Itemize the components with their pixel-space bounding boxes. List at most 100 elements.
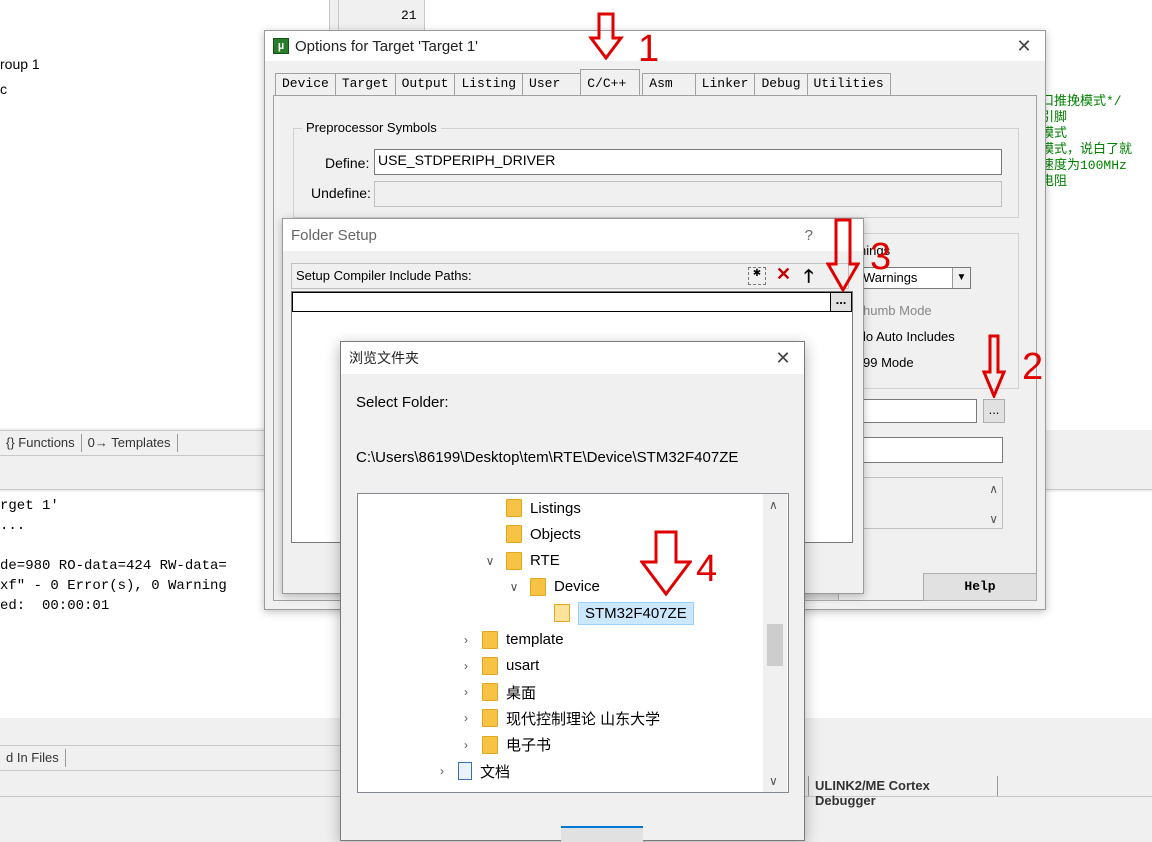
scroll-down-icon[interactable]: ∨ (769, 774, 778, 788)
tab-target[interactable]: Target (334, 73, 395, 95)
help-button[interactable]: Help (923, 573, 1037, 601)
tree-item[interactable]: ∨ Device (506, 574, 600, 600)
folder-icon (482, 735, 498, 754)
options-title: Options for Target 'Target 1' (295, 37, 479, 55)
tab-debug[interactable]: Debug (754, 73, 807, 95)
path-browse-button[interactable]: ... (830, 292, 852, 312)
tree-item[interactable]: › template (458, 627, 564, 653)
chevron-right-icon[interactable]: › (458, 633, 474, 647)
tree-item[interactable]: › 现代控制理论 山东大学 (458, 705, 660, 731)
annotation-label: 3 (870, 236, 892, 278)
move-up-icon[interactable]: 🡑 (804, 264, 813, 294)
annotation-arrow-icon (826, 218, 860, 292)
thumb-mode-label[interactable]: humb Mode (863, 303, 932, 318)
include-paths-field[interactable] (859, 399, 977, 423)
chevron-down-icon[interactable]: ∨ (506, 580, 522, 594)
tab-c-cpp[interactable]: C/C++ (580, 69, 641, 95)
tree-item[interactable]: STM32F407ZE (530, 600, 694, 626)
tree-item[interactable]: Listings (482, 495, 581, 521)
chevron-right-icon[interactable]: › (458, 711, 474, 725)
keil-icon: µ (273, 38, 289, 54)
c99-mode-label[interactable]: 99 Mode (863, 355, 914, 370)
folder-icon (482, 656, 498, 675)
help-icon[interactable]: ? (805, 227, 813, 244)
chevron-down-icon: ▼ (952, 268, 970, 288)
browse-title: 浏览文件夹 (349, 350, 419, 366)
tab-utilities[interactable]: Utilities (806, 73, 891, 95)
tab-templates[interactable]: 0→ Templates (82, 434, 178, 452)
project-item[interactable]: roup 1 (0, 56, 40, 72)
folder-icon (506, 525, 522, 544)
new-folder-icon[interactable]: ✱ (748, 267, 766, 285)
tree-item[interactable]: › 文档 (434, 758, 510, 784)
scroll-thumb[interactable] (767, 624, 783, 666)
status-debugger: ULINK2/ME Cortex Debugger (808, 776, 998, 808)
tab-user[interactable]: User (522, 73, 581, 95)
undefine-field[interactable] (374, 181, 1002, 207)
tab-listing[interactable]: Listing (454, 73, 523, 95)
browse-titlebar: 浏览文件夹 ✕ (341, 342, 804, 374)
tree-item-label: template (506, 631, 564, 648)
tree-item[interactable]: Objects (482, 521, 581, 547)
tab-linker[interactable]: Linker (694, 73, 755, 95)
tab-asm[interactable]: Asm (642, 73, 695, 95)
include-paths-browse-button[interactable]: ... (983, 399, 1005, 423)
folder-icon (506, 551, 522, 570)
annotation-arrow-icon (588, 12, 624, 60)
preprocessor-legend: Preprocessor Symbols (302, 120, 441, 135)
compiler-string-field[interactable]: ∧ ∨ (859, 477, 1003, 529)
project-item[interactable]: c (0, 81, 7, 97)
tree-item-label: 现代控制理论 山东大学 (506, 710, 661, 728)
tree-item[interactable]: › 电子书 (458, 732, 551, 758)
tree-scrollbar[interactable]: ∧ ∨ (763, 494, 787, 792)
folder-icon (482, 630, 498, 649)
close-icon[interactable]: ✕ (762, 348, 804, 369)
browse-folder-dialog: 浏览文件夹 ✕ Select Folder: C:\Users\86199\De… (340, 341, 805, 842)
misc-controls-field[interactable] (859, 437, 1003, 463)
annotation-arrow-icon (640, 530, 692, 596)
tab-output[interactable]: Output (394, 73, 455, 95)
chevron-right-icon[interactable]: › (458, 685, 474, 699)
tree-item-label: 电子书 (506, 737, 552, 755)
scroll-up-icon[interactable]: ∧ (989, 482, 998, 496)
tree-item[interactable]: › usart (458, 653, 539, 679)
ok-button-edge[interactable] (561, 826, 643, 842)
output-tabs: d In Files (0, 745, 340, 771)
tree-item-label: STM32F407ZE (578, 601, 694, 625)
delete-icon[interactable]: ✕ (776, 264, 791, 285)
tree-item-label: Objects (530, 525, 581, 543)
selected-path: C:\Users\86199\Desktop\tem\RTE\Device\ST… (356, 449, 739, 466)
tab-functions[interactable]: {} Functions (0, 434, 82, 452)
define-field[interactable]: USE_STDPERIPH_DRIVER (374, 149, 1002, 175)
chevron-right-icon[interactable]: › (458, 659, 474, 673)
chevron-down-icon[interactable]: ∨ (482, 554, 498, 568)
folder-tree[interactable]: Listings Objects ∨ RTE ∨ Device STM32F407ZE › te… (357, 493, 789, 793)
setup-label-bar: Setup Compiler Include Paths: ✱ ✕ 🡑 (291, 263, 849, 289)
build-line: xf" - 0 Error(s), 0 Warning (0, 578, 227, 594)
no-auto-includes-label[interactable]: lo Auto Includes (863, 329, 955, 344)
build-line: ed: 00:00:01 (0, 598, 110, 614)
folder-icon (530, 577, 546, 596)
folder-icon (506, 499, 522, 517)
chevron-right-icon[interactable]: › (458, 738, 474, 752)
tab-find-in-files[interactable]: d In Files (0, 749, 66, 767)
options-tabs: Device Target Output Listing User C/C++ … (275, 67, 891, 95)
folder-icon (482, 709, 498, 728)
folder-setup-titlebar: Folder Setup ? (283, 219, 863, 251)
close-icon[interactable]: ✕ (1003, 36, 1045, 57)
define-label: Define: (325, 155, 370, 171)
tab-device[interactable]: Device (275, 73, 335, 95)
scroll-down-icon[interactable]: ∨ (989, 512, 998, 526)
annotation-label: 1 (638, 28, 660, 70)
folder-setup-title: Folder Setup (291, 226, 377, 244)
tree-item[interactable]: › 桌面 (458, 679, 536, 705)
tree-item-label: 桌面 (506, 684, 537, 702)
tree-item-label: RTE (530, 552, 560, 570)
path-edit-row[interactable] (292, 292, 852, 312)
annotation-label: 4 (696, 548, 718, 590)
tree-item[interactable]: ∨ RTE (482, 548, 560, 574)
scroll-up-icon[interactable]: ∧ (769, 498, 778, 512)
chevron-right-icon[interactable]: › (434, 764, 450, 778)
tree-item-label: 文档 (480, 763, 511, 781)
line-number: 21 (401, 8, 417, 23)
